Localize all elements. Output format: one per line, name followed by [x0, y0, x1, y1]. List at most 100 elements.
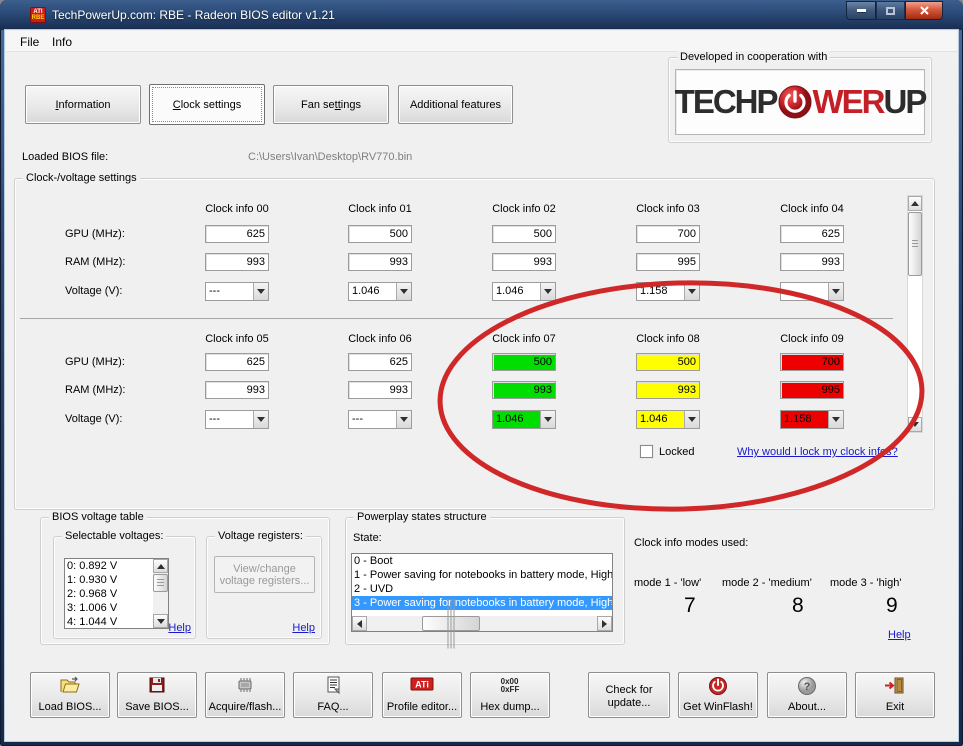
scrollbar-thumb[interactable] [153, 574, 168, 592]
voltage-list-scrollbar[interactable] [153, 559, 168, 628]
close-button[interactable] [905, 1, 943, 20]
scroll-down-button[interactable] [153, 614, 168, 628]
clock-00-gpu-field[interactable]: 625 [205, 225, 269, 243]
state-listbox[interactable]: 0 - Boot 1 - Power saving for notebooks … [351, 553, 613, 632]
tab-additional-features[interactable]: Additional features [398, 85, 513, 124]
exit-button[interactable]: Exit [855, 672, 935, 718]
clock-02-gpu-field[interactable]: 500 [492, 225, 556, 243]
combo-drop-button[interactable] [684, 411, 699, 428]
clock-00-ram-field[interactable]: 993 [205, 253, 269, 271]
combo-drop-button[interactable] [253, 411, 268, 428]
faq-button[interactable]: FAQ... [293, 672, 373, 718]
minimize-button[interactable] [846, 1, 876, 20]
scroll-up-button[interactable] [153, 559, 168, 573]
combo-value: --- [206, 283, 253, 300]
combo-drop-button[interactable] [828, 411, 843, 428]
scroll-right-button[interactable] [597, 616, 612, 631]
thumb-grip [912, 240, 918, 247]
clock-02-ram-field[interactable]: 993 [492, 253, 556, 271]
clock-03-ram-field[interactable]: 995 [636, 253, 700, 271]
clock-08-voltage-combo[interactable]: 1.046 [636, 410, 700, 429]
scroll-down-button[interactable] [908, 417, 922, 432]
acquire-flash-button[interactable]: Acquire/flash... [205, 672, 285, 718]
state-item[interactable]: 0 - Boot [352, 554, 612, 568]
combo-value: 1.046 [493, 411, 540, 428]
state-hscrollbar[interactable] [352, 616, 612, 631]
clock-info-04-header: Clock info 04 [774, 203, 850, 215]
clock-08-ram-field[interactable]: 993 [636, 381, 700, 399]
clock-07-voltage-combo[interactable]: 1.046 [492, 410, 556, 429]
combo-value: 1.158 [781, 411, 828, 428]
tab-fan-settings[interactable]: Fan settings [273, 85, 389, 124]
clock-01-gpu-field[interactable]: 500 [348, 225, 412, 243]
state-item-selected[interactable]: 3 - Power saving for notebooks in batter… [352, 596, 612, 610]
combo-drop-button[interactable] [828, 283, 843, 300]
check-for-update-button[interactable]: Check for update... [588, 672, 670, 718]
clock-01-voltage-combo[interactable]: 1.046 [348, 282, 412, 301]
scroll-left-button[interactable] [352, 616, 367, 631]
close-icon [919, 5, 930, 16]
profile-editor-button[interactable]: ATi Profile editor... [382, 672, 462, 718]
state-item[interactable]: 2 - UVD [352, 582, 612, 596]
scrollbar-thumb[interactable] [422, 616, 480, 631]
view-change-registers-button[interactable]: View/change voltage registers... [214, 556, 315, 593]
combo-drop-button[interactable] [684, 283, 699, 300]
clock-09-ram-field[interactable]: 995 [780, 381, 844, 399]
save-bios-button[interactable]: Save BIOS... [117, 672, 197, 718]
clock-05-gpu-field[interactable]: 625 [205, 353, 269, 371]
registers-help-link[interactable]: Help [292, 622, 315, 634]
clock-08-gpu-field[interactable]: 500 [636, 353, 700, 371]
combo-drop-button[interactable] [396, 283, 411, 300]
clock-04-voltage-combo[interactable] [780, 282, 844, 301]
clock-09-voltage-combo[interactable]: 1.158 [780, 410, 844, 429]
mode3-value: 9 [886, 594, 898, 618]
title-bar[interactable]: ATI RBE TechPowerUp.com: RBE - Radeon BI… [0, 0, 963, 30]
clock-00-voltage-combo[interactable]: --- [205, 282, 269, 301]
clock-05-ram-field[interactable]: 993 [205, 381, 269, 399]
clock-03-voltage-combo[interactable]: 1.158 [636, 282, 700, 301]
combo-drop-button[interactable] [540, 283, 555, 300]
scrollbar-thumb[interactable] [908, 212, 922, 276]
modes-help-link[interactable]: Help [888, 629, 911, 641]
clock-09-gpu-field[interactable]: 700 [780, 353, 844, 371]
clock-05-voltage-combo[interactable]: --- [205, 410, 269, 429]
clock-06-voltage-combo[interactable]: --- [348, 410, 412, 429]
lock-info-link[interactable]: Why would I lock my clock infos? [737, 446, 898, 458]
clock-info-05-header: Clock info 05 [199, 333, 275, 345]
scroll-up-button[interactable] [908, 196, 922, 211]
folder-open-icon [59, 676, 81, 694]
logo-text-dark-left: TECHP [675, 83, 777, 121]
cooperation-group: Developed in cooperation with TECHP WER … [668, 57, 932, 143]
voltages-help-link[interactable]: Help [168, 622, 191, 634]
maximize-button[interactable] [876, 1, 905, 20]
clock-07-gpu-field[interactable]: 500 [492, 353, 556, 371]
floppy-icon [148, 676, 166, 694]
state-item[interactable]: 1 - Power saving for notebooks in batter… [352, 568, 612, 582]
about-button[interactable]: ? About... [767, 672, 847, 718]
combo-drop-button[interactable] [253, 283, 268, 300]
logo-text-red: WER [813, 83, 884, 121]
load-bios-button[interactable]: Load BIOS... [30, 672, 110, 718]
hex-dump-button[interactable]: 0x00 0xFF Hex dump... [470, 672, 550, 718]
combo-value: 1.046 [637, 411, 684, 428]
tab-information[interactable]: Information [25, 85, 141, 124]
clock-02-voltage-combo[interactable]: 1.046 [492, 282, 556, 301]
voltage-listbox[interactable]: 0: 0.892 V 1: 0.930 V 2: 0.968 V 3: 1.00… [64, 558, 169, 629]
ati-icon: ATi [410, 676, 434, 692]
powerplay-group: Powerplay states structure State: 0 - Bo… [345, 517, 625, 645]
get-winflash-button[interactable]: Get WinFlash! [678, 672, 758, 718]
locked-checkbox[interactable] [640, 445, 653, 458]
clock-01-ram-field[interactable]: 993 [348, 253, 412, 271]
clock-07-ram-field[interactable]: 993 [492, 381, 556, 399]
clock-06-ram-field[interactable]: 993 [348, 381, 412, 399]
clock-03-gpu-field[interactable]: 700 [636, 225, 700, 243]
combo-drop-button[interactable] [396, 411, 411, 428]
combo-drop-button[interactable] [540, 411, 555, 428]
menu-file[interactable]: File [16, 34, 43, 50]
menu-info[interactable]: Info [48, 34, 76, 50]
clock-04-gpu-field[interactable]: 625 [780, 225, 844, 243]
clock-scrollbar[interactable] [907, 195, 923, 433]
clock-06-gpu-field[interactable]: 625 [348, 353, 412, 371]
tab-clock-settings[interactable]: Clock settings [149, 84, 265, 125]
clock-04-ram-field[interactable]: 993 [780, 253, 844, 271]
